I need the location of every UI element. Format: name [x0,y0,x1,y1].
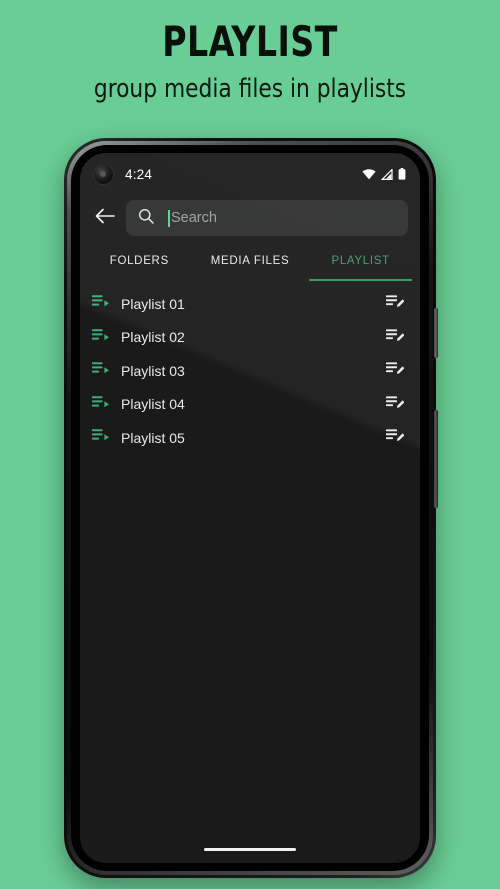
table-row[interactable]: Playlist 01 [80,287,420,321]
tab-playlist-label: PLAYLIST [331,255,390,267]
playlist-name: Playlist 02 [121,329,185,346]
table-row[interactable]: Playlist 04 [80,388,420,422]
promo-header: PLAYLIST group media files in playlists [0,0,500,105]
tab-media-files[interactable]: MEDIA FILES [195,241,306,281]
tab-bar: FOLDERS MEDIA FILES PLAYLIST [80,241,420,281]
playlist-edit-icon[interactable] [386,327,405,348]
playlist-edit-icon[interactable] [386,394,405,415]
playlist-name: Playlist 05 [121,429,185,446]
tab-folders[interactable]: FOLDERS [84,241,195,281]
battery-icon [398,168,406,180]
back-arrow-icon [95,208,115,229]
gesture-navigation-bar[interactable] [204,847,296,851]
playlist-edit-icon[interactable] [386,427,405,448]
playlist-edit-icon[interactable] [386,293,405,314]
playlist-play-icon[interactable] [92,293,110,314]
table-row[interactable]: Playlist 02 [80,321,420,355]
phone-screen: 4:24 Search FOLDERS MEDIA FILES PLAYLIST… [80,153,420,863]
status-bar-icons [362,168,406,180]
tab-media-files-label: MEDIA FILES [210,255,290,267]
tab-folders-label: FOLDERS [109,255,169,267]
playlist-list: Playlist 01 Playlist 02 Playlist 03 Play… [80,281,420,455]
status-bar-clock: 4:24 [125,166,153,182]
playlist-edit-icon[interactable] [386,360,405,381]
text-caret [168,209,170,227]
camera-lens [100,170,106,177]
playlist-play-icon[interactable] [92,360,110,381]
search-input[interactable]: Search [126,200,408,236]
power-button[interactable] [434,308,438,358]
playlist-play-icon[interactable] [92,427,110,448]
playlist-name: Playlist 03 [121,362,185,379]
app-bar: Search [80,195,420,241]
table-row[interactable]: Playlist 03 [80,354,420,388]
playlist-name: Playlist 04 [121,396,185,413]
playlist-name: Playlist 01 [121,295,185,312]
cellular-signal-icon [381,168,393,180]
search-placeholder: Search [171,210,217,226]
back-button[interactable] [86,199,124,237]
wifi-icon [362,168,376,180]
punch-hole-camera-icon [94,164,113,184]
search-icon [138,208,154,229]
phone-device-frame: 4:24 Search FOLDERS MEDIA FILES PLAYLIST… [64,138,438,878]
tab-playlist[interactable]: PLAYLIST [305,241,416,281]
table-row[interactable]: Playlist 05 [80,421,420,455]
playlist-play-icon[interactable] [92,327,110,348]
page-title: PLAYLIST [162,17,338,66]
playlist-play-icon[interactable] [92,394,110,415]
volume-rocker[interactable] [434,410,438,508]
status-bar: 4:24 [80,153,420,195]
page-subtitle: group media files in playlists [93,74,407,104]
